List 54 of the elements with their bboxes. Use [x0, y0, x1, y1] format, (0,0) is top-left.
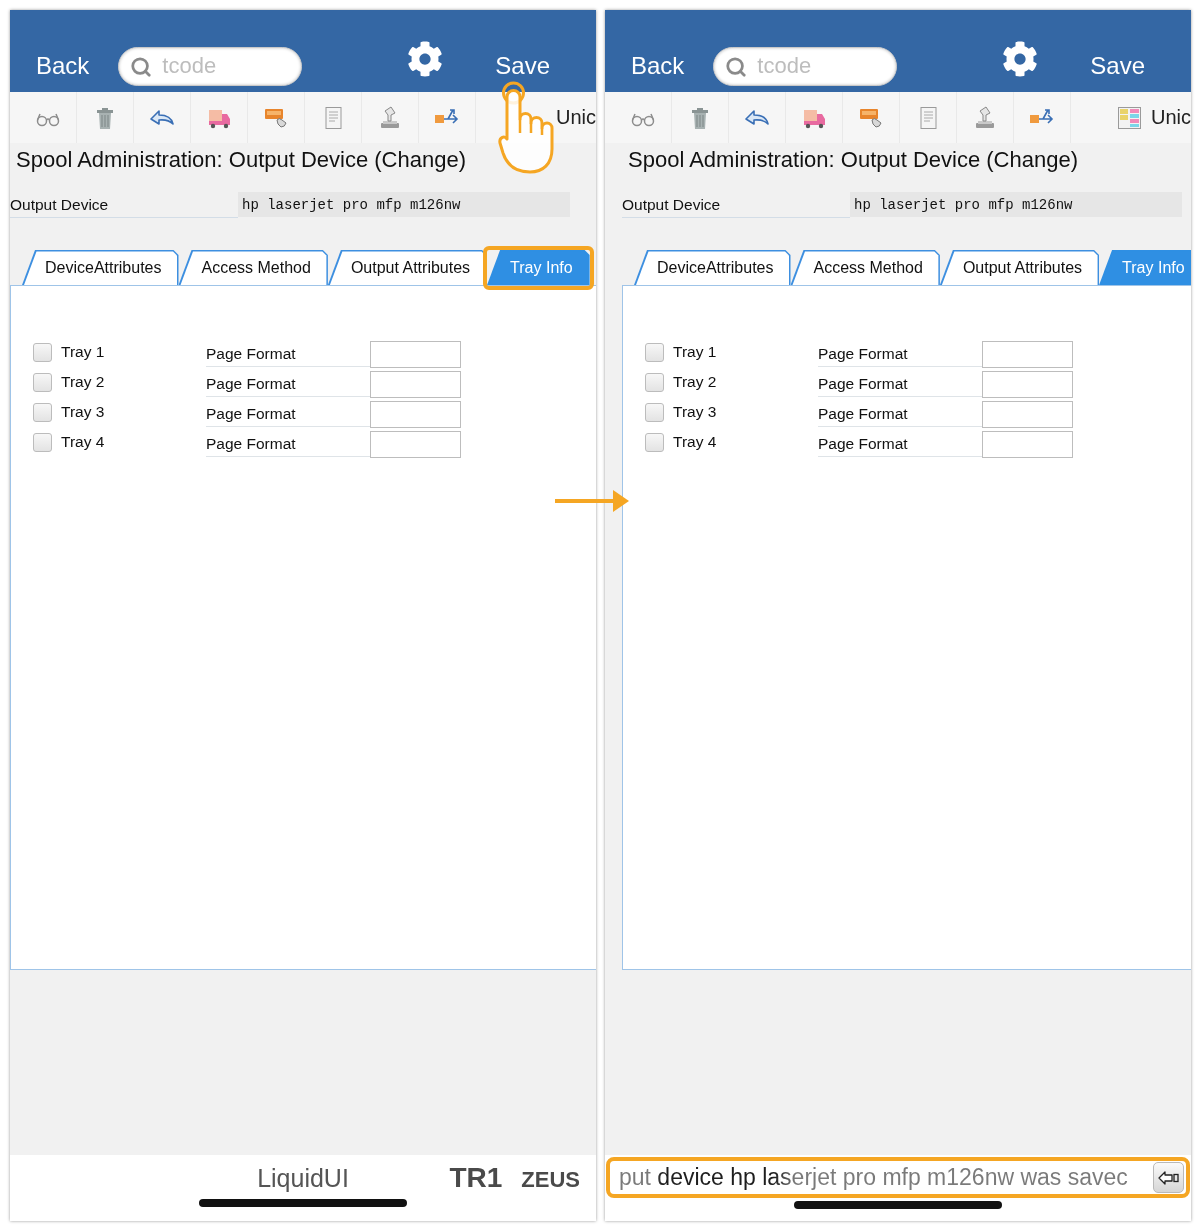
checkbox-label: Tray 3: [673, 403, 718, 421]
back-button[interactable]: Back: [36, 52, 90, 80]
tab[interactable]: Access Method: [790, 250, 940, 285]
input-field[interactable]: [370, 431, 461, 458]
checkbox-label: Tray 2: [61, 373, 106, 391]
layout-icon: [1118, 106, 1141, 129]
toolbar-label[interactable]: Unic: [556, 106, 596, 129]
server-name: ZEUS: [521, 1167, 580, 1193]
search-icon: [130, 55, 153, 78]
input-field[interactable]: [370, 341, 461, 368]
arrow-button[interactable]: [1153, 1162, 1184, 1193]
checkbox[interactable]: [645, 372, 664, 392]
checkbox[interactable]: [645, 432, 664, 452]
brand-name: LiquidUI: [257, 1162, 349, 1193]
save-button[interactable]: Save: [1090, 52, 1146, 80]
tab[interactable]: DeviceAttributes: [22, 250, 179, 285]
input-field[interactable]: [370, 371, 461, 398]
input-field[interactable]: [982, 371, 1073, 398]
screen-title: Spool Administration: Output Device (Change): [15, 146, 467, 174]
search-field[interactable]: tcode: [713, 46, 898, 86]
back-button[interactable]: Back: [631, 52, 685, 80]
output-device-field[interactable]: hp laserjet pro mfp m126nw: [238, 192, 570, 217]
settings-icon[interactable]: [407, 41, 444, 77]
settings-icon[interactable]: [1002, 41, 1039, 77]
tab[interactable]: Output Attributes: [939, 250, 1100, 285]
checkbox-label: Tray 1: [673, 343, 718, 361]
checkbox-label: Tray 3: [61, 403, 106, 421]
tab[interactable]: Access Method: [178, 250, 328, 285]
checkbox[interactable]: [33, 402, 52, 422]
system-name: TR1: [449, 1162, 503, 1194]
search-field[interactable]: tcode: [118, 46, 303, 86]
input-field[interactable]: [982, 341, 1073, 368]
checkbox[interactable]: [33, 342, 52, 362]
checkbox[interactable]: [33, 372, 52, 392]
checkbox-label: Tray 2: [673, 373, 718, 391]
checkbox-label: Tray 4: [61, 433, 106, 451]
field-label: Output Device: [622, 192, 850, 218]
right-arrow-icon: [555, 489, 629, 513]
search-icon: [725, 55, 748, 78]
save-button[interactable]: Save: [495, 52, 551, 80]
checkbox-label: Tray 4: [673, 433, 718, 451]
toolbar-label[interactable]: Unic: [1151, 106, 1191, 129]
input-field[interactable]: [982, 401, 1073, 428]
tab[interactable]: DeviceAttributes: [634, 250, 791, 285]
output-device-field[interactable]: hp laserjet pro mfp m126nw: [850, 192, 1182, 217]
checkbox[interactable]: [645, 342, 664, 362]
checkbox[interactable]: [645, 402, 664, 422]
input-field[interactable]: [982, 431, 1073, 458]
checkbox-label: Tray 1: [61, 343, 106, 361]
input-field[interactable]: [370, 401, 461, 428]
field-label: Output Device: [10, 192, 238, 218]
screen-title: Spool Administration: Output Device (Change): [627, 146, 1079, 174]
left-arrow-icon: [1157, 1170, 1180, 1185]
checkbox[interactable]: [33, 432, 52, 452]
